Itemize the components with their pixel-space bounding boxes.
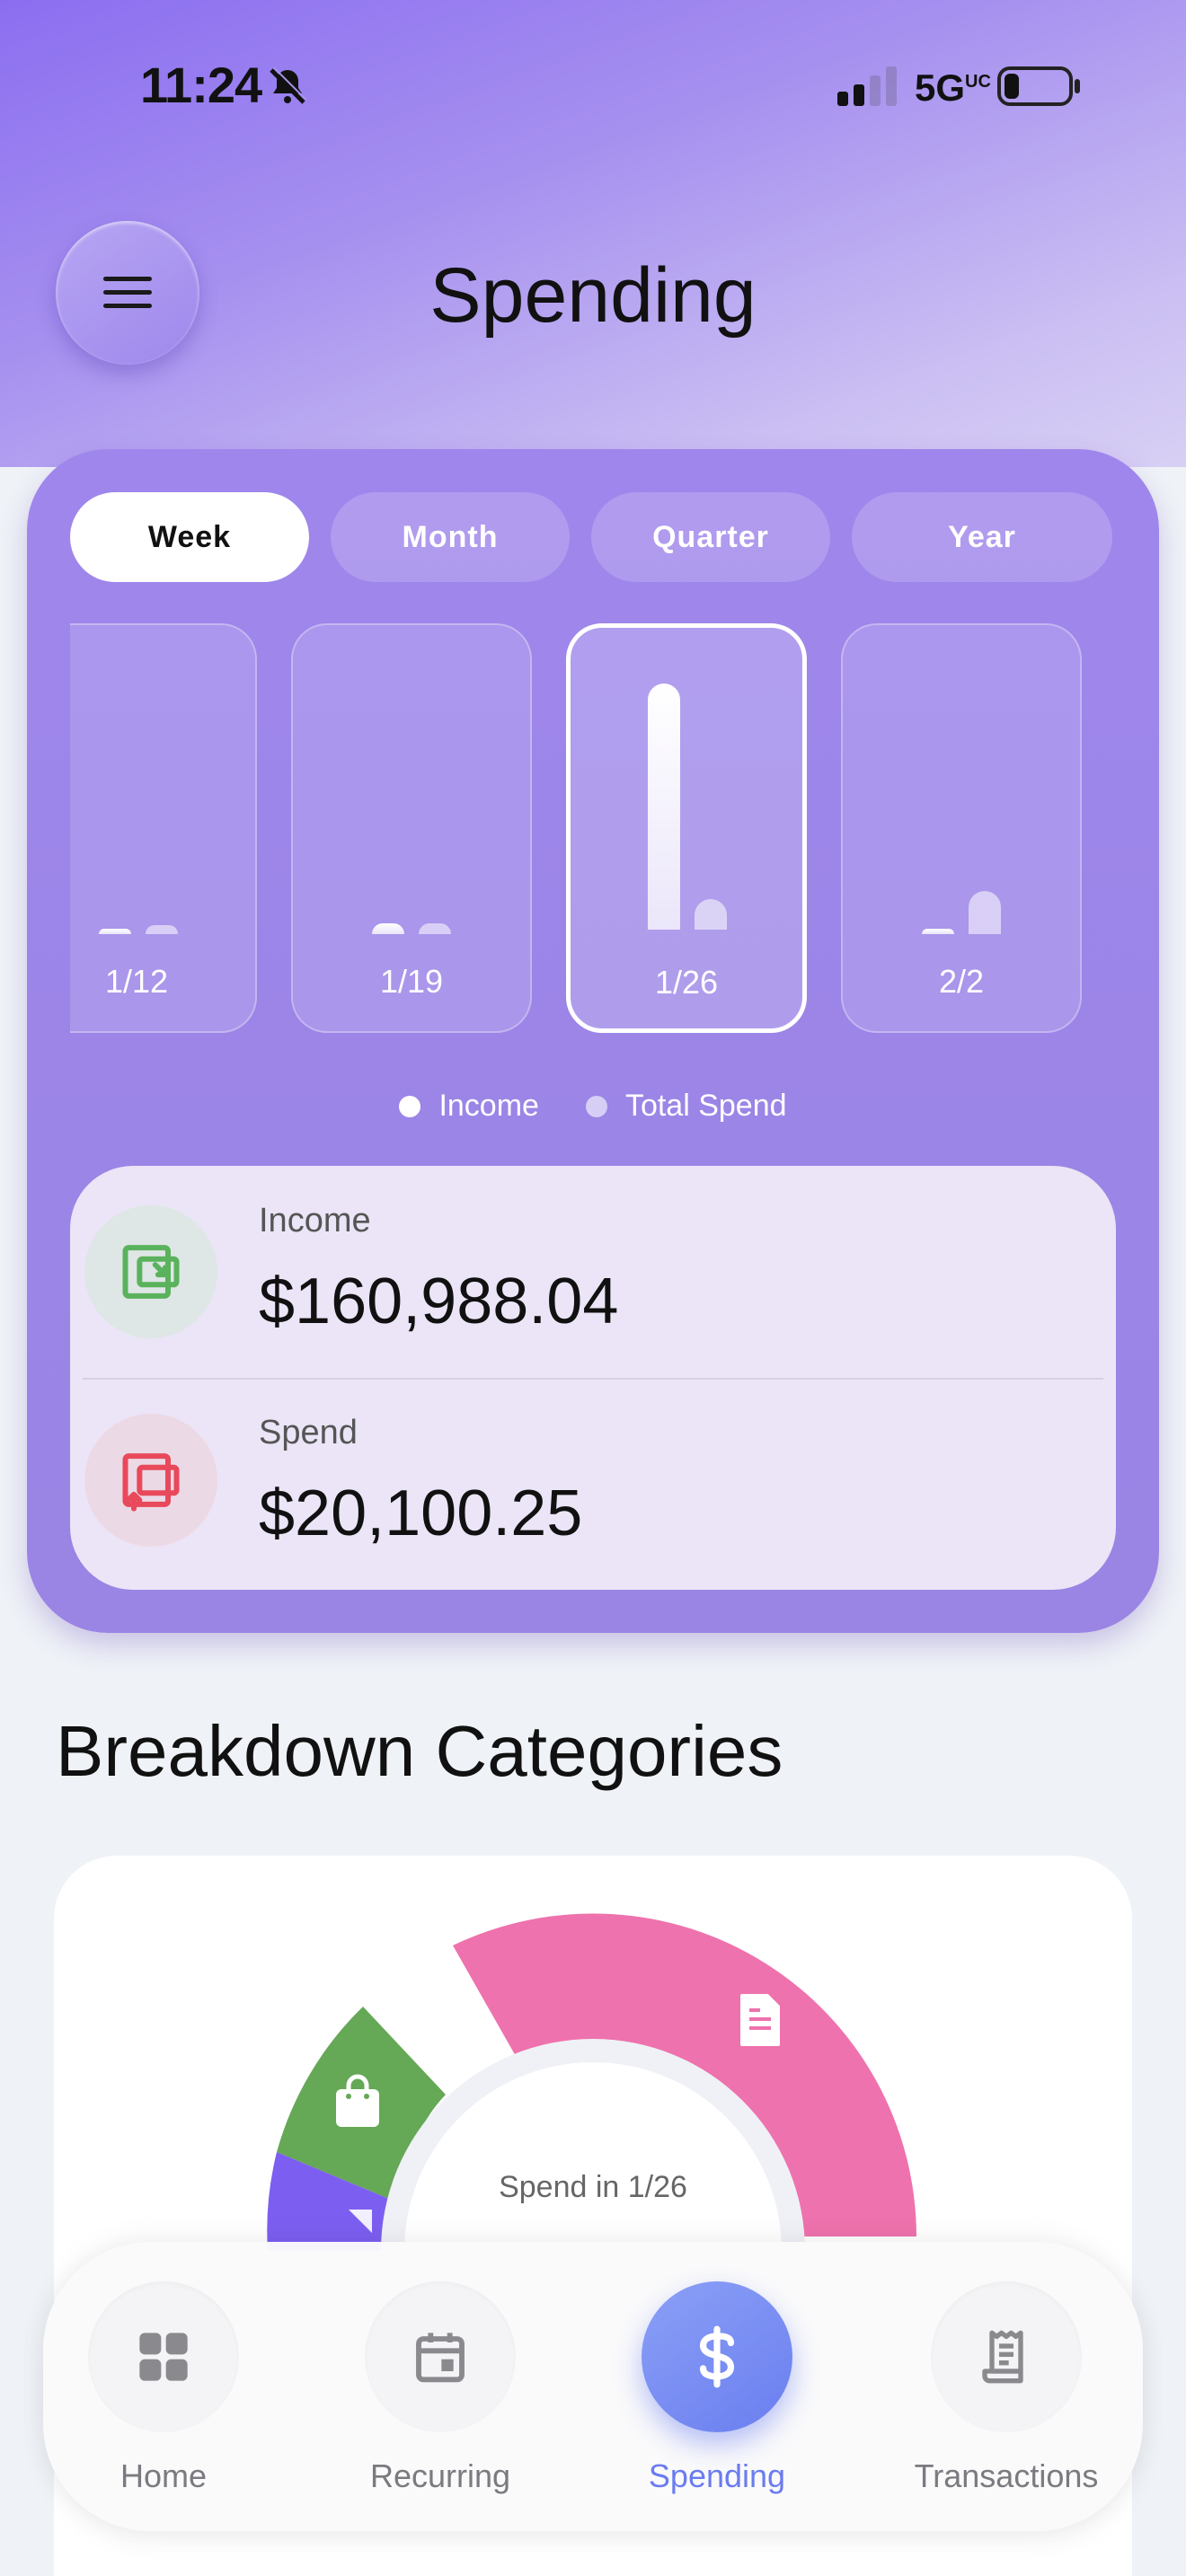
week-card-1-19[interactable]: 1/19 [291,623,532,1033]
legend-total-spend: Total Spend [585,1089,787,1124]
dollar-icon [699,2325,735,2388]
spend-wallet-icon [84,1414,217,1547]
week-card-2-2[interactable]: 2/2 [841,623,1082,1033]
week-card-1-12[interactable]: 1/12 [70,623,257,1033]
income-value: $160,988.04 [259,1266,619,1337]
nav-home-button[interactable] [88,2281,239,2432]
spend-row[interactable]: Spend $20,100.25 [70,1378,1116,1590]
income-bar [922,929,954,934]
spend-bar [146,925,178,934]
income-dot [399,1095,421,1117]
nav-transactions[interactable]: Transactions [898,2281,1114,2497]
totals-panel: Income $160,988.04 Spend $20,100.25 [70,1166,1116,1590]
legend-income: Income [399,1089,539,1124]
calendar-icon [416,2333,465,2383]
nav-label: Transactions [914,2457,1099,2494]
breakdown-title: Breakdown Categories [56,1711,783,1791]
nav-recurring-button[interactable] [365,2281,516,2432]
week-carousel[interactable]: 1/12 1/19 1/26 2/2 [70,623,1120,1037]
status-time: 11:24 [140,57,262,113]
tab-week[interactable]: Week [70,492,309,582]
income-bar [99,929,131,934]
donut-center-label: Spend in 1/26 [499,2170,687,2204]
tab-quarter[interactable]: Quarter [591,492,830,582]
nav-label: Recurring [369,2457,511,2494]
page-title: Spending [429,252,757,339]
nav-spending-button[interactable] [642,2281,792,2432]
spend-bar [695,899,727,930]
spend-label: Spend [259,1414,358,1451]
week-label: 2/2 [938,963,985,1000]
receipt-icon [982,2330,1023,2384]
spend-bar [969,891,1001,934]
week-label: 1/26 [654,964,719,1001]
nav-recurring[interactable]: Recurring [332,2281,548,2497]
income-wallet-icon [84,1205,217,1338]
chart-legend: Income Total Spend [27,1089,1159,1124]
spend-value: $20,100.25 [259,1478,583,1549]
income-row[interactable]: Income $160,988.04 [70,1166,1116,1378]
nav-label: Home [119,2457,208,2494]
document-icon [740,1994,780,2046]
period-tabs: Week Month Quarter Year [70,492,1120,582]
income-bar [372,923,404,934]
week-label: 1/12 [104,963,169,1000]
battery-icon [997,66,1080,106]
income-label: Income [259,1202,371,1239]
nav-transactions-button[interactable] [931,2281,1082,2432]
spend-bar [419,923,451,934]
week-card-1-26[interactable]: 1/26 [566,623,807,1033]
bell-off-icon [270,66,307,104]
signal-icon [837,66,897,106]
income-bar [648,684,680,930]
nav-home[interactable]: Home [56,2281,271,2497]
summary-card: Week Month Quarter Year 1/12 1/19 1/26 2… [27,449,1159,1633]
network-indicator: 5GUC [915,66,991,109]
nav-label: Spending [648,2457,786,2494]
week-label: 1/19 [379,963,444,1000]
grid-icon [139,2333,188,2381]
tab-month[interactable]: Month [331,492,570,582]
bottom-nav: Home Recurring Spending Transactions [43,2242,1143,2531]
nav-spending[interactable]: Spending [609,2281,825,2497]
tab-year[interactable]: Year [852,492,1112,582]
spend-dot [585,1095,607,1117]
